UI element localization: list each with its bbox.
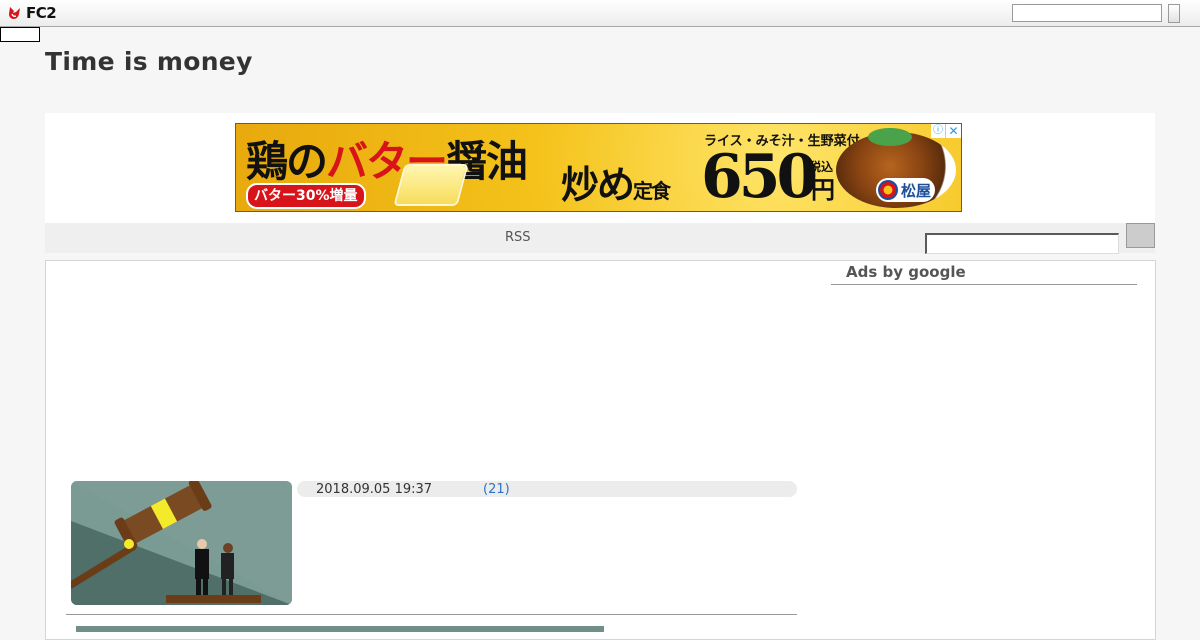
sidebar-divider xyxy=(831,284,1137,285)
blog-title[interactable]: Time is money xyxy=(45,47,253,76)
header-search-input[interactable] xyxy=(1012,4,1162,22)
food-greens-image xyxy=(868,128,912,146)
ad-promo-pill: バター30%増量 xyxy=(246,183,366,209)
fc2-fox-icon xyxy=(9,7,20,19)
header-search-button[interactable] xyxy=(1168,4,1180,23)
main-content: Ads by google 2018.09.05 19:37 (21) xyxy=(45,260,1156,640)
fc2-logo[interactable]: FC2 xyxy=(7,4,57,22)
ad-banner[interactable]: 鶏のバター醤油 炒め定食 ライス・みそ汁・生野菜付 650 税込 円 バター30… xyxy=(235,123,962,212)
post-date: 2018.09.05 19:37 xyxy=(316,482,433,497)
matsuya-brand-text: 松屋 xyxy=(901,181,932,200)
butter-image xyxy=(395,166,467,204)
ad-headline: 鶏のバター醤油 xyxy=(246,128,528,189)
ad-currency: 円 xyxy=(811,175,835,204)
post-thumbnail[interactable] xyxy=(71,481,292,605)
ad-price: 650 xyxy=(701,142,818,212)
post-divider xyxy=(66,614,797,615)
matsuya-logo: 松屋 xyxy=(876,178,936,202)
nav-bar: RSS xyxy=(45,223,1155,254)
gavel-icon xyxy=(71,481,292,605)
fc2-logo-text: FC2 xyxy=(26,4,57,22)
skip-link-box[interactable] xyxy=(0,27,40,42)
ad-dish-suffix: 定食 xyxy=(633,179,671,203)
ad-dish: 炒め定食 xyxy=(561,154,671,209)
rss-link[interactable]: RSS xyxy=(505,230,531,245)
comment-count-link[interactable]: (21) xyxy=(483,482,510,497)
sidebar-heading: Ads by google xyxy=(846,263,966,281)
matsuya-logo-icon xyxy=(878,180,898,200)
blog-search-input[interactable] xyxy=(925,233,1119,254)
ad-container: 鶏のバター醤油 炒め定食 ライス・みそ汁・生野菜付 650 税込 円 バター30… xyxy=(45,113,1155,223)
blog-search-button[interactable] xyxy=(1126,223,1155,248)
post-meta-bar: 2018.09.05 19:37 (21) xyxy=(297,481,797,497)
next-post-image-edge xyxy=(76,626,604,632)
ad-dish-name: 炒め xyxy=(561,162,635,207)
ad-info-icon[interactable]: ⓘ xyxy=(931,124,945,138)
ad-close-icon[interactable]: ✕ xyxy=(946,124,961,138)
fc2-header-bar: FC2 xyxy=(0,0,1200,27)
ad-headline-part1: 鶏の xyxy=(246,137,328,186)
